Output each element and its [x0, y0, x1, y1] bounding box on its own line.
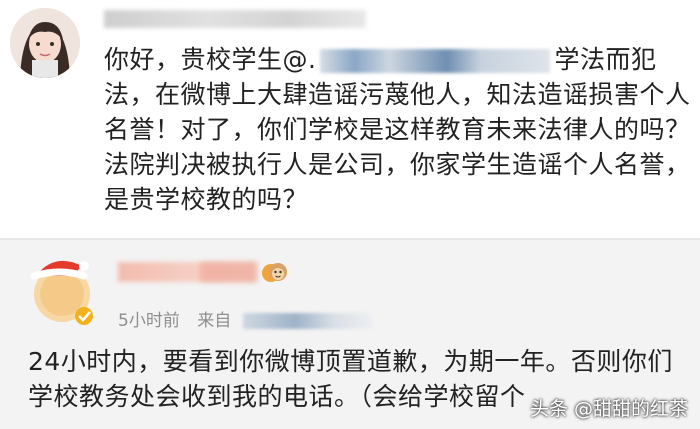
post-text-start: 你好，贵校学生@. [104, 45, 317, 74]
blurred-username-reply-2 [200, 262, 256, 282]
post-text-mid: 学法而犯 [554, 45, 657, 74]
reply-time: 5小时前 [118, 311, 180, 331]
watermark: 头条 @甜甜的红茶 [529, 398, 688, 420]
post-text-rest: 法，在微博上大肆造谣污蔑他人，知法造谣损害个人名誉！对了，你们学校是这样教育未来… [104, 80, 691, 214]
avatar2-image [30, 260, 93, 325]
blurred-username [104, 10, 366, 28]
post-body: 你好，贵校学生@. 学法而犯法，在微博上大肆造谣污蔑他人，知法造谣损害个人名誉！对… [104, 42, 694, 217]
user-avatar[interactable] [10, 8, 80, 78]
original-post: 你好，贵校学生@. 学法而犯法，在微博上大肆造谣污蔑他人，知法造谣损害个人名誉！对… [0, 0, 700, 238]
reply-meta: 5小时前 来自 [118, 306, 373, 331]
blurred-source [242, 313, 373, 329]
reply-source-prefix: 来自 [197, 311, 232, 331]
monkey-face-icon [269, 263, 287, 281]
avatar-image [10, 8, 80, 78]
blurred-mention [320, 49, 551, 73]
christmas-hat-avatar[interactable] [24, 250, 100, 326]
